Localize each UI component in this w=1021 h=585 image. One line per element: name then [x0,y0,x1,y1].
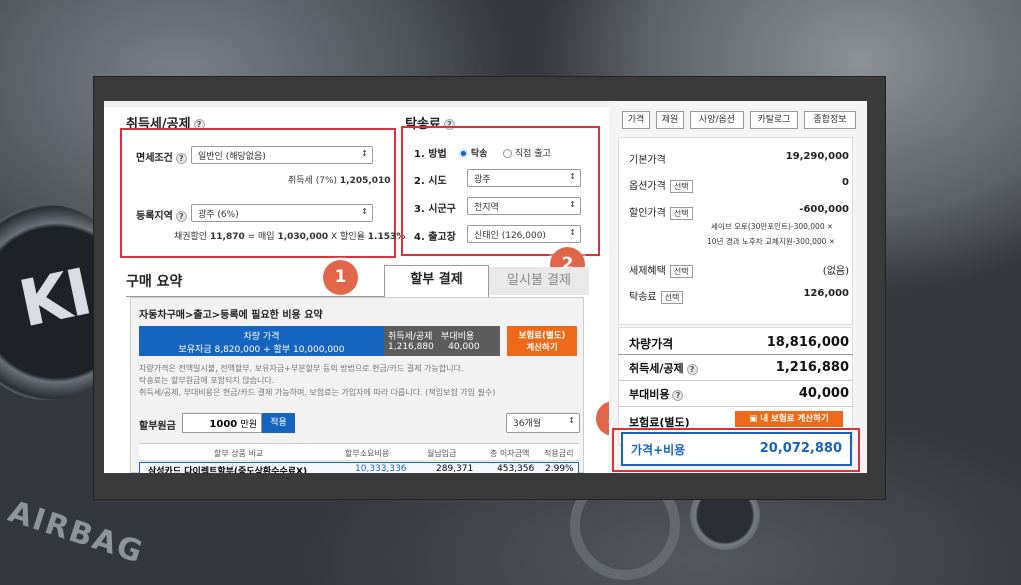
tab-installment[interactable]: 할부 결제 [384,265,489,297]
calculator-icon: ▣ [749,414,758,424]
tax-line: 취득세 (7%) 1,205,010 [288,176,391,186]
tab-options[interactable]: 사양/옵션 [690,111,744,129]
row-rate: 2.99% [545,464,574,473]
tab-catalog[interactable]: 카탈로그 [750,111,798,129]
region-label: 등록지역? [136,207,187,222]
district-select[interactable]: 전지역 [467,197,581,215]
bond-line: 채권할인 11,870 = 매입 1,030,000 X 할인율 1.153% [174,232,406,242]
discount-row: 할인가격 선택 -600,000 [629,204,849,220]
city-select[interactable]: 광주 [467,169,581,187]
base-price-row: 기본가격 19,290,000 [629,151,849,166]
col-product: 할부 상품 비교 [214,449,264,458]
tax-row: 취득세/공제? 1,216,880 [629,360,849,375]
delivery-row: 탁송료 선택 126,000 [629,288,849,304]
discount-item-2: 10년 경과 노후차 교체지원-300,000 ✕ [707,237,835,246]
car-price-bar: 차량 가격 보유자금 8,820,000 + 할부 10,000,000 [139,326,384,356]
radio-selected-icon [459,149,468,158]
city-label: 2. 시도 [414,176,447,187]
tax-extra-bar: 취득세/공제 부대비용 1,216,880 40,000 [384,326,500,356]
discount-item-1: 세이브 오토(30만포인트)-300,000 ✕ [711,222,833,231]
row-monthly: 289,371 [436,464,474,473]
emblem-text: KI [13,255,97,343]
method-radio-delivery[interactable]: 탁송 [459,146,487,159]
option-select-button[interactable]: 선택 [669,180,693,193]
table-row[interactable]: 삼성카드 다이렉트할부(중도상환수수료X) 10,333,336 289,371… [139,462,579,473]
region-select[interactable]: 광주 (6%) [191,204,373,222]
tab-spec[interactable]: 제원 [656,111,684,129]
my-insurance-button[interactable]: ▣ 내 보험료 계산하기 [735,411,843,427]
col-monthly: 월납입금 [427,449,457,458]
col-cost: 할부소요비용 [345,449,390,458]
tab-overview[interactable]: 종합정보 [804,111,856,129]
benefit-row: 세제혜택 선택 (없음) [629,265,849,278]
exempt-select[interactable]: 일반인 (해당없음) [191,146,373,164]
delivery-select-button[interactable]: 선택 [660,291,684,304]
note-3: 취득세/공제, 부대비용은 현금/카드 결제 가능하며, 보험료는 가입자에 따… [139,388,496,397]
insurance-calc-button[interactable]: 보험료(별도) 계산하기 [507,326,577,356]
help-icon[interactable]: ? [686,363,698,375]
tab-price[interactable]: 가격 [622,111,650,129]
principal-input[interactable]: 1000 만원 [182,413,262,433]
total-value: 20,072,880 [759,441,842,456]
method-label: 1. 방법 [414,149,447,160]
exempt-label: 면세조건? [136,149,187,164]
note-1: 차량가격은 전액일시불, 전액할부, 보유자금+부분할부 등의 방법으로 현금/… [139,364,464,373]
help-icon[interactable]: ? [672,389,684,401]
total-box: 가격+비용 20,072,880 [621,432,852,466]
tab-lump-sum[interactable]: 일시불 결제 [489,267,589,295]
help-icon[interactable]: ? [175,210,187,222]
row-cost: 10,333,336 [355,464,407,473]
remove-icon[interactable]: ✕ [827,223,833,231]
apply-button[interactable]: 적용 [262,413,295,433]
extra-cost-row: 부대비용? 40,000 [629,386,849,401]
district-label: 3. 시군구 [414,204,456,215]
total-label: 가격+비용 [631,443,686,457]
yard-label: 4. 출고장 [414,232,456,243]
step-badge-1: 1 [323,260,358,295]
yard-select[interactable]: 신태인 (126,000) [467,225,581,243]
monitor-frame: 취득세/공제? 면세조건? 일반인 (해당없음) 취득세 (7%) 1,205,… [93,76,886,500]
option-price-row: 옵션가격 선택 0 [629,177,849,193]
col-rate: 적용금리 [544,449,574,458]
summary-box-title: 자동차구매>출고>등록에 필요한 비용 요약 [139,310,323,321]
months-select[interactable]: 36개월 [506,413,580,433]
remove-icon[interactable]: ✕ [829,238,835,246]
row-product-name: 삼성카드 다이렉트할부(중도상환수수료X) [148,467,308,473]
radio-unselected-icon [503,149,512,158]
benefit-select-button[interactable]: 선택 [669,265,693,278]
car-price-row: 차량가격 18,816,000 [629,335,849,351]
method-radio-direct[interactable]: 직접 출고 [503,146,551,159]
note-2: 탁송료는 할부원금에 포함되지 않습니다. [139,376,275,385]
summary-title: 구매 요약 [126,274,183,290]
col-interest: 총 이자금액 [490,449,530,458]
screen: 취득세/공제? 면세조건? 일반인 (해당없음) 취득세 (7%) 1,205,… [104,101,867,473]
airbag-text: AIRBAG [4,494,149,571]
discount-select-button[interactable]: 선택 [669,207,693,220]
help-icon[interactable]: ? [175,152,187,164]
row-interest: 453,356 [497,464,535,473]
principal-label: 할부원금 [139,421,176,432]
